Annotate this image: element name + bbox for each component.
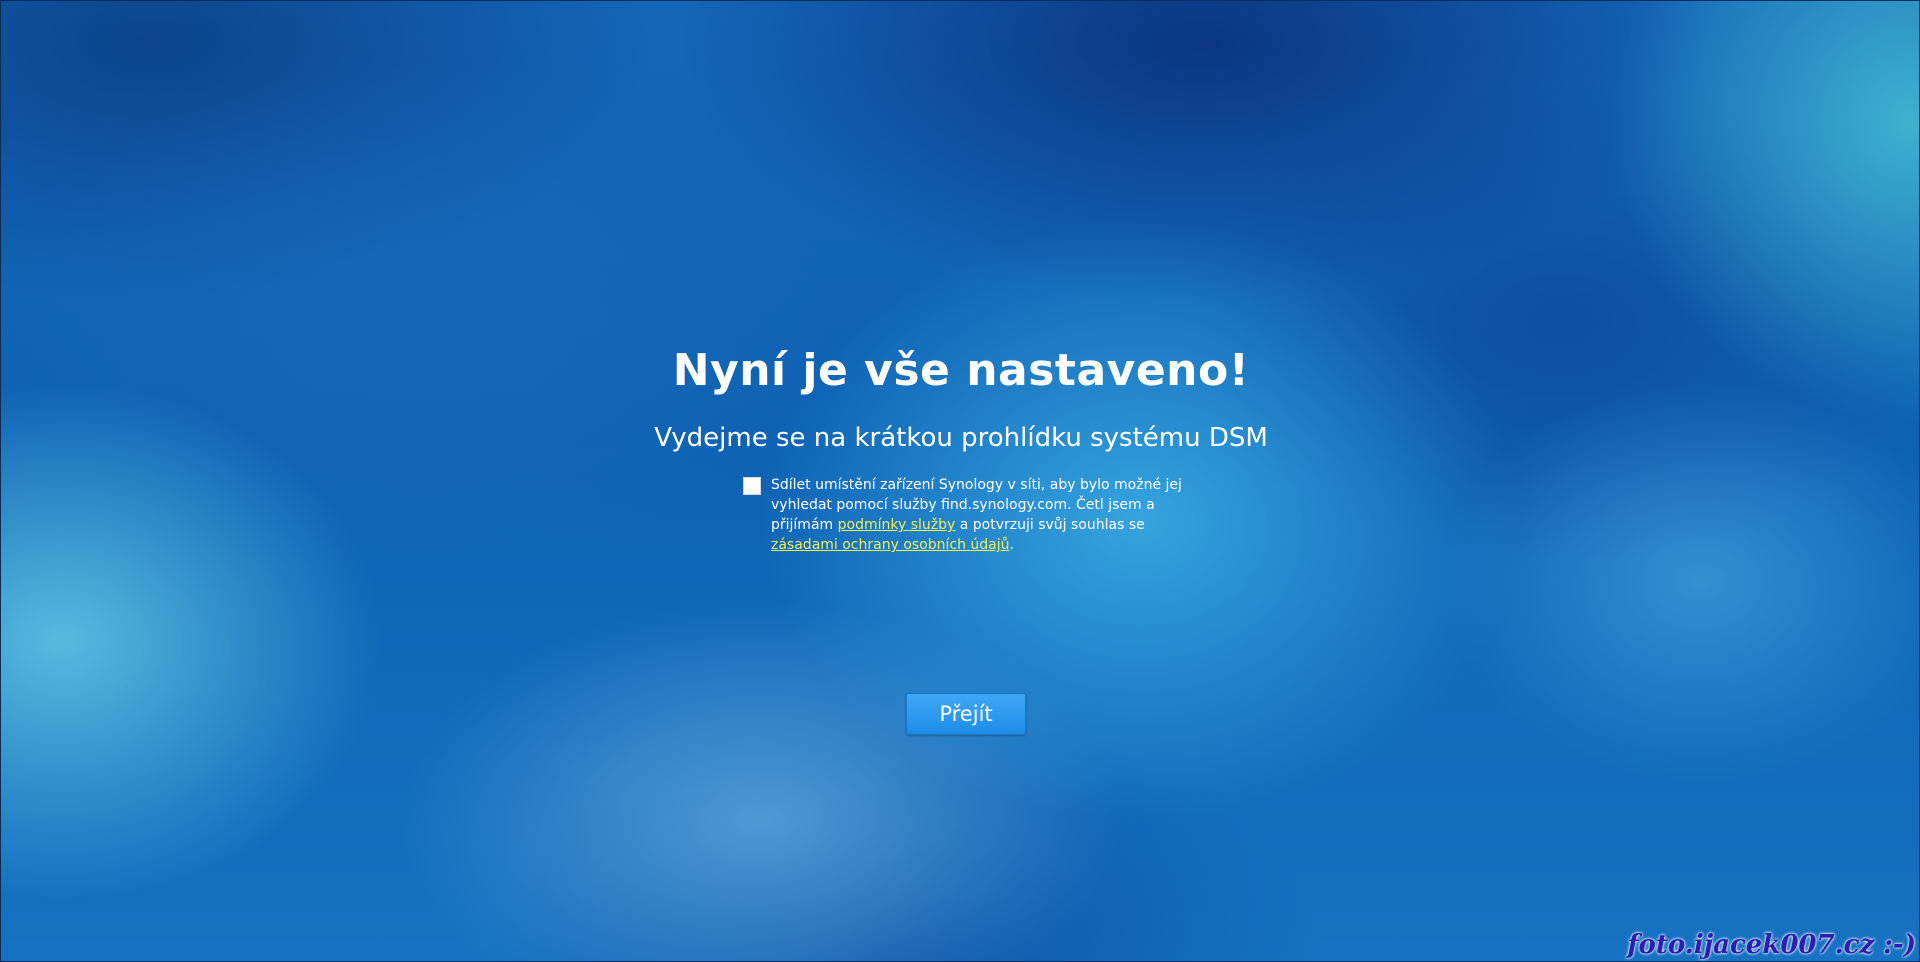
welcome-header: Nyní je vše nastaveno! Vydejme se na krá… xyxy=(1,341,1919,455)
consent-text-part3: . xyxy=(1009,537,1014,553)
page-title: Nyní je vše nastaveno! xyxy=(672,345,1250,396)
share-location-consent: Sdílet umístění zařízení Synology v síti… xyxy=(743,475,1189,555)
terms-of-service-link[interactable]: podmínky služby xyxy=(838,517,956,533)
consent-text: Sdílet umístění zařízení Synology v síti… xyxy=(771,475,1189,555)
setup-complete-screen: Nyní je vše nastaveno! Vydejme se na krá… xyxy=(0,0,1920,962)
page-subtitle: Vydejme se na krátkou prohlídku systému … xyxy=(654,423,1268,453)
consent-text-part2: a potvrzuji svůj souhlas se xyxy=(955,517,1145,533)
watermark: foto.ijacek007.cz :-) xyxy=(1627,930,1916,960)
share-location-checkbox[interactable] xyxy=(743,477,761,495)
go-button[interactable]: Přejít xyxy=(906,693,1026,735)
privacy-policy-link[interactable]: zásadami ochrany osobních údajů xyxy=(771,537,1010,553)
